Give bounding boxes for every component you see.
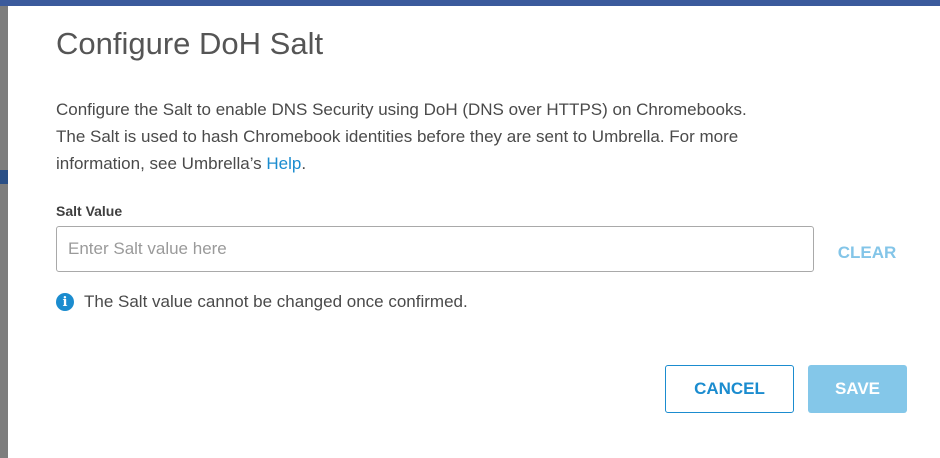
background-page-edge <box>0 6 8 458</box>
description-line-2: The Salt is used to hash Chromebook iden… <box>56 127 739 146</box>
info-icon: i <box>56 293 74 311</box>
help-link[interactable]: Help <box>266 154 301 173</box>
description-line-1: Configure the Salt to enable DNS Securit… <box>56 100 747 119</box>
salt-value-input[interactable] <box>56 226 814 272</box>
dialog-description: Configure the Salt to enable DNS Securit… <box>56 96 898 177</box>
background-nav-marker <box>0 170 8 184</box>
configure-doh-salt-dialog: Configure DoH Salt Configure the Salt to… <box>8 6 940 458</box>
save-button[interactable]: SAVE <box>808 365 907 413</box>
dialog-title: Configure DoH Salt <box>56 26 324 61</box>
salt-value-label: Salt Value <box>56 203 123 219</box>
description-line-3-prefix: information, see Umbrella’s <box>56 154 267 173</box>
description-line-3-suffix: . <box>301 154 307 173</box>
clear-button[interactable]: CLEAR <box>826 239 908 267</box>
salt-warning-text: The Salt value cannot be changed once co… <box>84 292 468 311</box>
salt-warning: i The Salt value cannot be changed once … <box>56 291 468 313</box>
cancel-button[interactable]: CANCEL <box>665 365 794 413</box>
